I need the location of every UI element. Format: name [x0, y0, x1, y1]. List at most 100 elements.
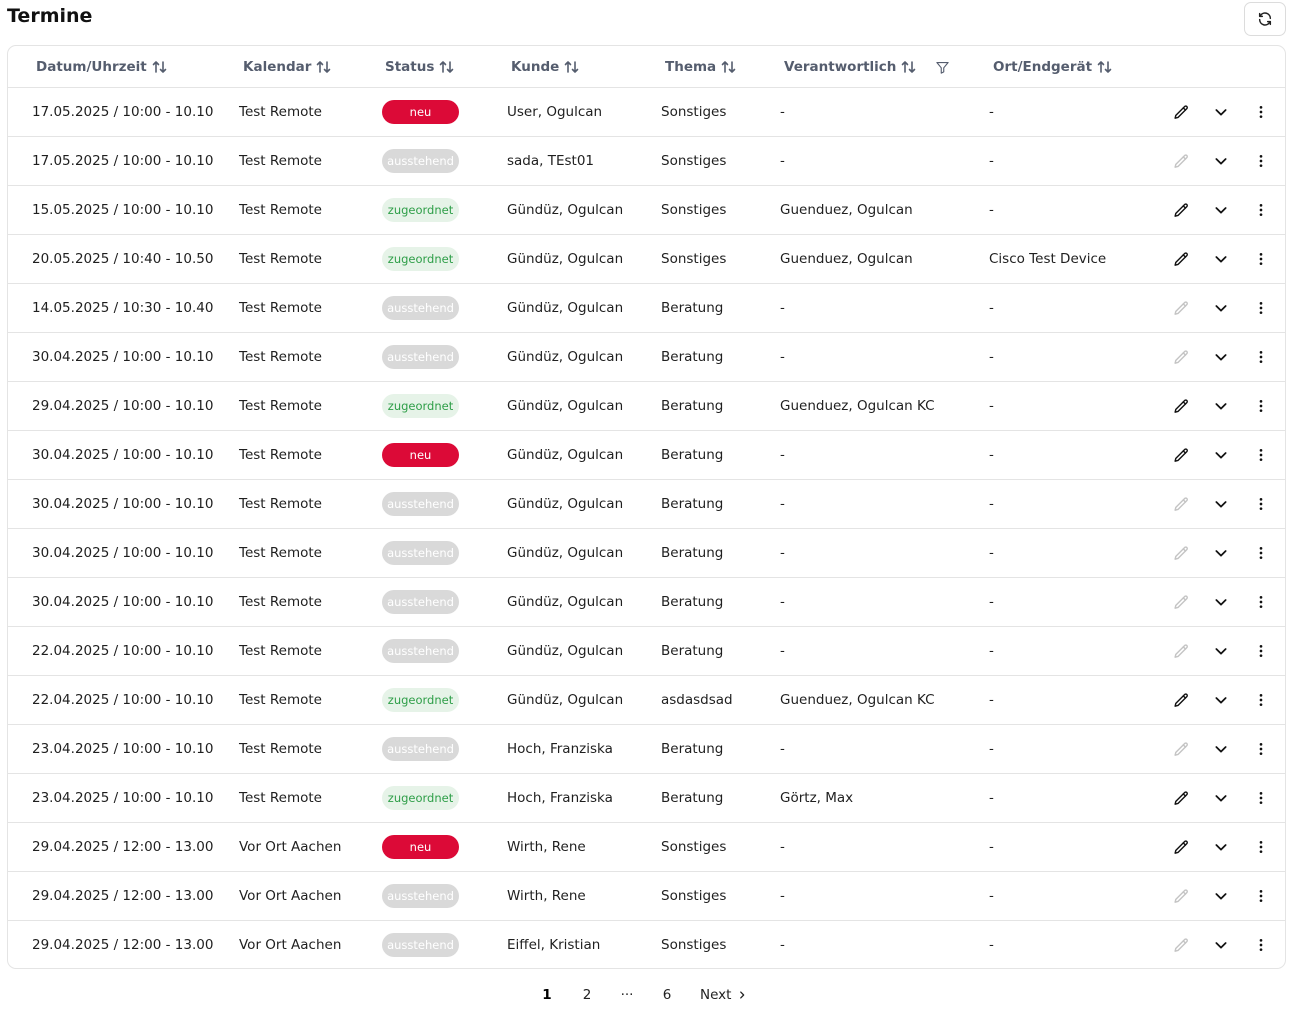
column-header-kunde[interactable]: Kunde — [511, 46, 579, 88]
cell-verantwortlich: - — [780, 872, 785, 920]
table-row[interactable]: 30.04.2025 / 10:00 - 10.10 Test Remote aus… — [8, 480, 1285, 529]
more-options-button[interactable] — [1246, 921, 1276, 968]
column-header-kalender[interactable]: Kalendar — [243, 46, 331, 88]
sort-icon[interactable] — [439, 60, 454, 74]
edit-button[interactable] — [1166, 774, 1196, 822]
cell-ort: - — [989, 137, 994, 185]
expand-row-button[interactable] — [1206, 333, 1236, 381]
more-options-button[interactable] — [1246, 725, 1276, 773]
table-row[interactable]: 22.04.2025 / 10:00 - 10.10 Test Remote aus… — [8, 627, 1285, 676]
more-options-button[interactable] — [1246, 235, 1276, 283]
expand-row-button[interactable] — [1206, 921, 1236, 968]
expand-row-button[interactable] — [1206, 431, 1236, 479]
sort-icon[interactable] — [152, 60, 167, 74]
table-row[interactable]: 17.05.2025 / 10:00 - 10.10 Test Remote aus… — [8, 137, 1285, 186]
edit-button[interactable] — [1166, 235, 1196, 283]
table-row[interactable]: 23.04.2025 / 10:00 - 10.10 Test Remote aus… — [8, 725, 1285, 774]
cell-datum: 17.05.2025 / 10:00 - 10.10 — [32, 137, 213, 185]
edit-button[interactable] — [1166, 529, 1196, 577]
expand-row-button[interactable] — [1206, 872, 1236, 920]
table-row[interactable]: 15.05.2025 / 10:00 - 10.10 Test Remote zug… — [8, 186, 1285, 235]
expand-row-button[interactable] — [1206, 480, 1236, 528]
table-row[interactable]: 29.04.2025 / 12:00 - 13.00 Vor Ort Aachen… — [8, 823, 1285, 872]
table-row[interactable]: 29.04.2025 / 12:00 - 13.00 Vor Ort Aachen… — [8, 921, 1285, 968]
edit-button[interactable] — [1166, 333, 1196, 381]
column-header-thema[interactable]: Thema — [665, 46, 736, 88]
table-row[interactable]: 17.05.2025 / 10:00 - 10.10 Test Remote neu… — [8, 88, 1285, 137]
more-options-button[interactable] — [1246, 823, 1276, 871]
more-options-button[interactable] — [1246, 88, 1276, 136]
pencil-icon — [1173, 937, 1190, 954]
more-options-button[interactable] — [1246, 578, 1276, 626]
expand-row-button[interactable] — [1206, 627, 1236, 675]
more-options-button[interactable] — [1246, 186, 1276, 234]
page-6[interactable]: 6 — [656, 984, 678, 1006]
next-page-button[interactable]: Next — [700, 984, 747, 1006]
column-header-verantwortlich[interactable]: Verantwortlich — [784, 46, 950, 88]
sort-icon[interactable] — [901, 60, 916, 74]
table-row[interactable]: 30.04.2025 / 10:00 - 10.10 Test Remote aus… — [8, 333, 1285, 382]
table-row[interactable]: 30.04.2025 / 10:00 - 10.10 Test Remote neu… — [8, 431, 1285, 480]
expand-row-button[interactable] — [1206, 774, 1236, 822]
chevron-down-icon — [1213, 545, 1229, 561]
more-options-button[interactable] — [1246, 333, 1276, 381]
table-row[interactable]: 30.04.2025 / 10:00 - 10.10 Test Remote aus… — [8, 529, 1285, 578]
expand-row-button[interactable] — [1206, 382, 1236, 430]
table-row[interactable]: 23.04.2025 / 10:00 - 10.10 Test Remote zug… — [8, 774, 1285, 823]
sort-icon[interactable] — [316, 60, 331, 74]
expand-row-button[interactable] — [1206, 137, 1236, 185]
expand-row-button[interactable] — [1206, 823, 1236, 871]
expand-row-button[interactable] — [1206, 725, 1236, 773]
expand-row-button[interactable] — [1206, 235, 1236, 283]
edit-button[interactable] — [1166, 284, 1196, 332]
expand-row-button[interactable] — [1206, 578, 1236, 626]
edit-button[interactable] — [1166, 480, 1196, 528]
page-2[interactable]: 2 — [576, 984, 598, 1006]
more-options-button[interactable] — [1246, 627, 1276, 675]
cell-datum: 29.04.2025 / 10:00 - 10.10 — [32, 382, 213, 430]
edit-button[interactable] — [1166, 872, 1196, 920]
more-options-button[interactable] — [1246, 382, 1276, 430]
refresh-button[interactable] — [1244, 2, 1286, 36]
column-header-ort[interactable]: Ort/Endgerät — [993, 46, 1112, 88]
table-row[interactable]: 20.05.2025 / 10:40 - 10.50 Test Remote zug… — [8, 235, 1285, 284]
edit-button[interactable] — [1166, 382, 1196, 430]
table-row[interactable]: 22.04.2025 / 10:00 - 10.10 Test Remote zug… — [8, 676, 1285, 725]
sort-icon[interactable] — [1097, 60, 1112, 74]
filter-icon[interactable] — [935, 60, 950, 75]
more-options-button[interactable] — [1246, 284, 1276, 332]
edit-button[interactable] — [1166, 186, 1196, 234]
edit-button[interactable] — [1166, 627, 1196, 675]
table-row[interactable]: 29.04.2025 / 10:00 - 10.10 Test Remote zug… — [8, 382, 1285, 431]
edit-button[interactable] — [1166, 823, 1196, 871]
expand-row-button[interactable] — [1206, 676, 1236, 724]
expand-row-button[interactable] — [1206, 186, 1236, 234]
edit-button[interactable] — [1166, 137, 1196, 185]
pencil-icon — [1173, 643, 1190, 660]
sort-icon[interactable] — [564, 60, 579, 74]
more-options-button[interactable] — [1246, 137, 1276, 185]
table-row[interactable]: 14.05.2025 / 10:30 - 10.40 Test Remote aus… — [8, 284, 1285, 333]
more-options-button[interactable] — [1246, 529, 1276, 577]
expand-row-button[interactable] — [1206, 284, 1236, 332]
edit-button[interactable] — [1166, 725, 1196, 773]
page-1[interactable]: 1 — [536, 984, 558, 1006]
table-row[interactable]: 30.04.2025 / 10:00 - 10.10 Test Remote aus… — [8, 578, 1285, 627]
edit-button[interactable] — [1166, 88, 1196, 136]
table-row[interactable]: 29.04.2025 / 12:00 - 13.00 Vor Ort Aachen… — [8, 872, 1285, 921]
expand-row-button[interactable] — [1206, 88, 1236, 136]
more-options-button[interactable] — [1246, 480, 1276, 528]
more-options-button[interactable] — [1246, 676, 1276, 724]
cell-text: 17.05.2025 / 10:00 - 10.10 — [32, 153, 214, 169]
edit-button[interactable] — [1166, 676, 1196, 724]
more-options-button[interactable] — [1246, 872, 1276, 920]
more-options-button[interactable] — [1246, 431, 1276, 479]
sort-icon[interactable] — [721, 60, 736, 74]
expand-row-button[interactable] — [1206, 529, 1236, 577]
more-options-button[interactable] — [1246, 774, 1276, 822]
column-header-datum[interactable]: Datum/Uhrzeit — [36, 46, 167, 88]
edit-button[interactable] — [1166, 921, 1196, 968]
column-header-status[interactable]: Status — [385, 46, 454, 88]
edit-button[interactable] — [1166, 578, 1196, 626]
edit-button[interactable] — [1166, 431, 1196, 479]
